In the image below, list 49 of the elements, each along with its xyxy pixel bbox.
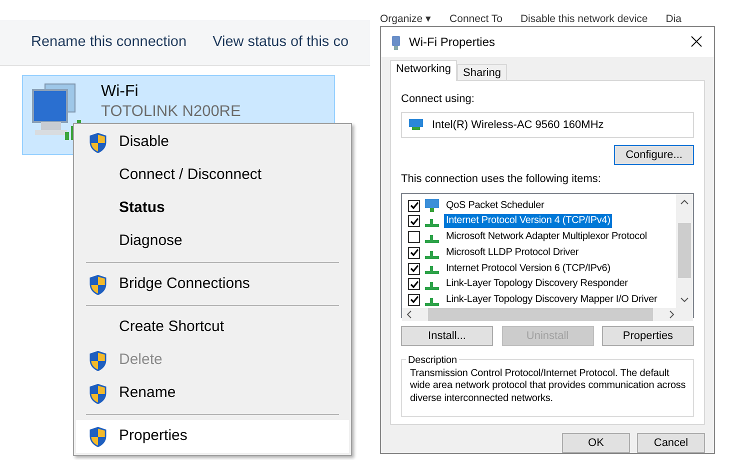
action-button[interactable]: Properties <box>602 326 694 346</box>
toolbar-command[interactable]: Disable this network device <box>520 13 648 26</box>
window-title: Wi-Fi Properties <box>409 34 496 51</box>
list-item[interactable]: Internet Protocol Version 6 (TCP/IPv6) <box>444 262 612 276</box>
checkbox[interactable] <box>408 262 420 275</box>
list-item[interactable]: Link-Layer Topology Discovery Responder <box>444 277 630 292</box>
description-text: Transmission Control Protocol/Internet Protocol. The default wide area network protocol that provides communication across diverse interconnected networks. <box>410 368 687 406</box>
dialog-button[interactable]: OK <box>562 433 630 453</box>
field-label: This connection uses the following items: <box>401 172 602 188</box>
monitor-icon <box>424 198 440 213</box>
connection-name: Wi-Fi <box>101 82 140 102</box>
menu-item[interactable]: Create Shortcut <box>76 311 349 344</box>
checkbox[interactable] <box>408 200 420 212</box>
configure-button[interactable]: Configure... <box>614 145 694 166</box>
horizontal-scrollbar[interactable] <box>402 308 693 321</box>
menu-item[interactable]: Status <box>76 192 349 225</box>
menu-item[interactable]: Properties <box>76 420 349 453</box>
checkbox[interactable] <box>408 231 420 244</box>
menu-item[interactable]: Connect / Disconnect <box>76 159 349 192</box>
command-link[interactable]: View status of this co <box>212 32 349 54</box>
checkbox[interactable] <box>408 278 420 290</box>
scroll-up-icon[interactable] <box>680 198 689 205</box>
adapter-name: Intel(R) Wireless-AC 9560 160MHz <box>432 118 604 134</box>
vertical-scrollbar[interactable] <box>676 194 693 308</box>
scroll-left-icon[interactable] <box>406 310 412 319</box>
list-item[interactable]: QoS Packet Scheduler <box>444 198 546 213</box>
command-link[interactable]: Rename this connection <box>31 32 187 54</box>
menu-item[interactable]: Diagnose <box>76 225 349 258</box>
network-name: TOTOLINK N200RE <box>101 102 241 122</box>
tab[interactable]: Networking <box>390 60 458 81</box>
tab[interactable]: Sharing <box>457 64 507 81</box>
list-item[interactable]: Microsoft Network Adapter Multiplexor Protocol <box>444 230 649 244</box>
checkbox[interactable] <box>408 215 420 228</box>
toolbar-command[interactable]: Connect To <box>450 13 502 26</box>
menu-item[interactable]: Bridge Connections <box>76 268 349 301</box>
action-button[interactable]: Install... <box>401 326 493 346</box>
list-item[interactable]: Link-Layer Topology Discovery Mapper I/O Driver <box>444 292 660 307</box>
scroll-right-icon[interactable] <box>669 310 675 319</box>
checkbox[interactable] <box>408 294 420 306</box>
scroll-down-icon[interactable] <box>680 296 689 303</box>
toolbar-command[interactable]: Dia <box>666 13 682 26</box>
checkbox[interactable] <box>408 246 420 259</box>
menu-item[interactable]: Rename <box>76 377 349 410</box>
field-label: Connect using: <box>401 92 476 107</box>
list-item[interactable]: Microsoft LLDP Protocol Driver <box>444 246 581 260</box>
toolbar-command[interactable]: Organize ▾ <box>380 13 432 26</box>
group-legend: Description <box>406 352 459 368</box>
dialog-button[interactable]: Cancel <box>637 433 705 453</box>
list-item[interactable]: Internet Protocol Version 4 (TCP/IPv4) <box>444 214 612 228</box>
